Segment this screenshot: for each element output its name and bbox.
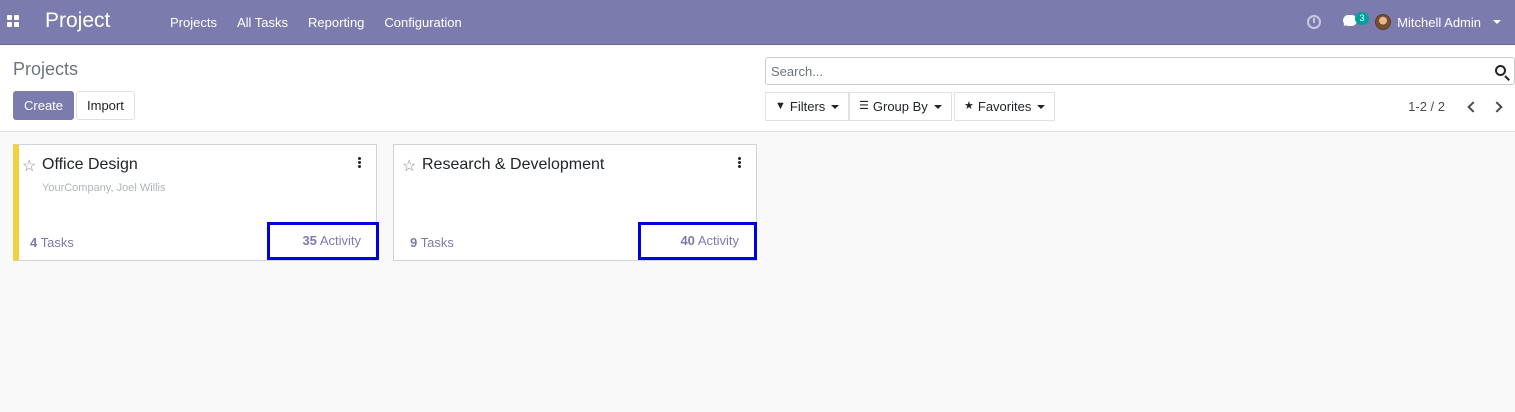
chevron-left-icon: [1466, 100, 1479, 113]
activity-label: Activity: [697, 233, 739, 248]
clock-icon[interactable]: [1307, 15, 1321, 29]
filter-icon: ▼: [775, 100, 786, 112]
message-count-badge: 3: [1355, 12, 1369, 25]
project-name: Research & Development: [422, 156, 605, 173]
apps-grid-icon[interactable]: [7, 15, 20, 28]
activity-count: 40: [680, 233, 695, 248]
star-icon: ★: [964, 100, 974, 112]
page-title: Projects: [13, 59, 79, 79]
kebab-menu-icon[interactable]: [738, 157, 741, 168]
user-name: Mitchell Admin: [1397, 14, 1481, 30]
app-title[interactable]: Project: [45, 9, 110, 33]
user-menu[interactable]: Mitchell Admin: [1375, 14, 1501, 30]
pager-value[interactable]: 1-2 / 2: [1408, 99, 1445, 114]
caret-down-icon: [933, 104, 942, 109]
activity-label: Activity: [319, 233, 361, 248]
main-menu: Projects All Tasks Reporting Configurati…: [160, 0, 472, 45]
tasks-label: Tasks: [40, 235, 74, 250]
top-navbar: Project Projects All Tasks Reporting Con…: [0, 0, 1515, 45]
tasks-label: Tasks: [420, 235, 454, 250]
group-by-dropdown[interactable]: ☰ Group By: [849, 92, 952, 121]
star-icon[interactable]: ☆: [22, 156, 36, 176]
tasks-link[interactable]: 9 Tasks: [410, 235, 454, 250]
star-icon[interactable]: ☆: [402, 156, 416, 176]
favorites-dropdown[interactable]: ★ Favorites: [954, 92, 1056, 121]
search-bar: [765, 57, 1515, 85]
tasks-link[interactable]: 4 Tasks: [30, 235, 74, 250]
caret-down-icon: [1493, 20, 1501, 24]
group-by-label: Group By: [872, 99, 928, 114]
menu-item-reporting[interactable]: Reporting: [298, 15, 374, 30]
task-count: 9: [410, 235, 418, 250]
filters-label: Filters: [789, 99, 826, 114]
pager: 1-2 / 2: [1408, 92, 1515, 121]
import-button[interactable]: Import: [76, 91, 135, 120]
project-card[interactable]: ☆ Research & Development 9 Tasks 40 Acti…: [393, 144, 757, 261]
activity-count: 35: [302, 233, 317, 248]
menu-item-all-tasks[interactable]: All Tasks: [227, 15, 298, 30]
filters-dropdown[interactable]: ▼ Filters: [765, 92, 850, 121]
menu-item-projects[interactable]: Projects: [160, 15, 227, 30]
caret-down-icon: [831, 104, 840, 109]
avatar: [1375, 14, 1392, 30]
pager-next-button[interactable]: [1488, 97, 1508, 117]
control-panel: Projects Create Import ▼ Filters ☰ Group…: [0, 46, 1515, 132]
favorites-label: Favorites: [977, 99, 1032, 114]
menu-item-configuration[interactable]: Configuration: [374, 15, 471, 30]
task-count: 4: [30, 235, 38, 250]
kebab-menu-icon[interactable]: [358, 157, 361, 168]
project-card[interactable]: ☆ Office Design YourCompany, Joel Willis…: [13, 144, 379, 261]
activity-link[interactable]: 40 Activity: [638, 222, 757, 260]
group-by-icon: ☰: [859, 100, 869, 112]
activity-link[interactable]: 35 Activity: [267, 222, 379, 260]
search-input[interactable]: [766, 58, 1466, 84]
create-button[interactable]: Create: [13, 91, 75, 120]
search-icon[interactable]: [1495, 65, 1506, 76]
caret-down-icon: [1037, 104, 1046, 109]
project-subtitle: YourCompany, Joel Willis: [42, 182, 166, 194]
chevron-right-icon: [1490, 100, 1503, 113]
project-name: Office Design: [42, 156, 138, 173]
pager-previous-button[interactable]: [1461, 97, 1481, 117]
